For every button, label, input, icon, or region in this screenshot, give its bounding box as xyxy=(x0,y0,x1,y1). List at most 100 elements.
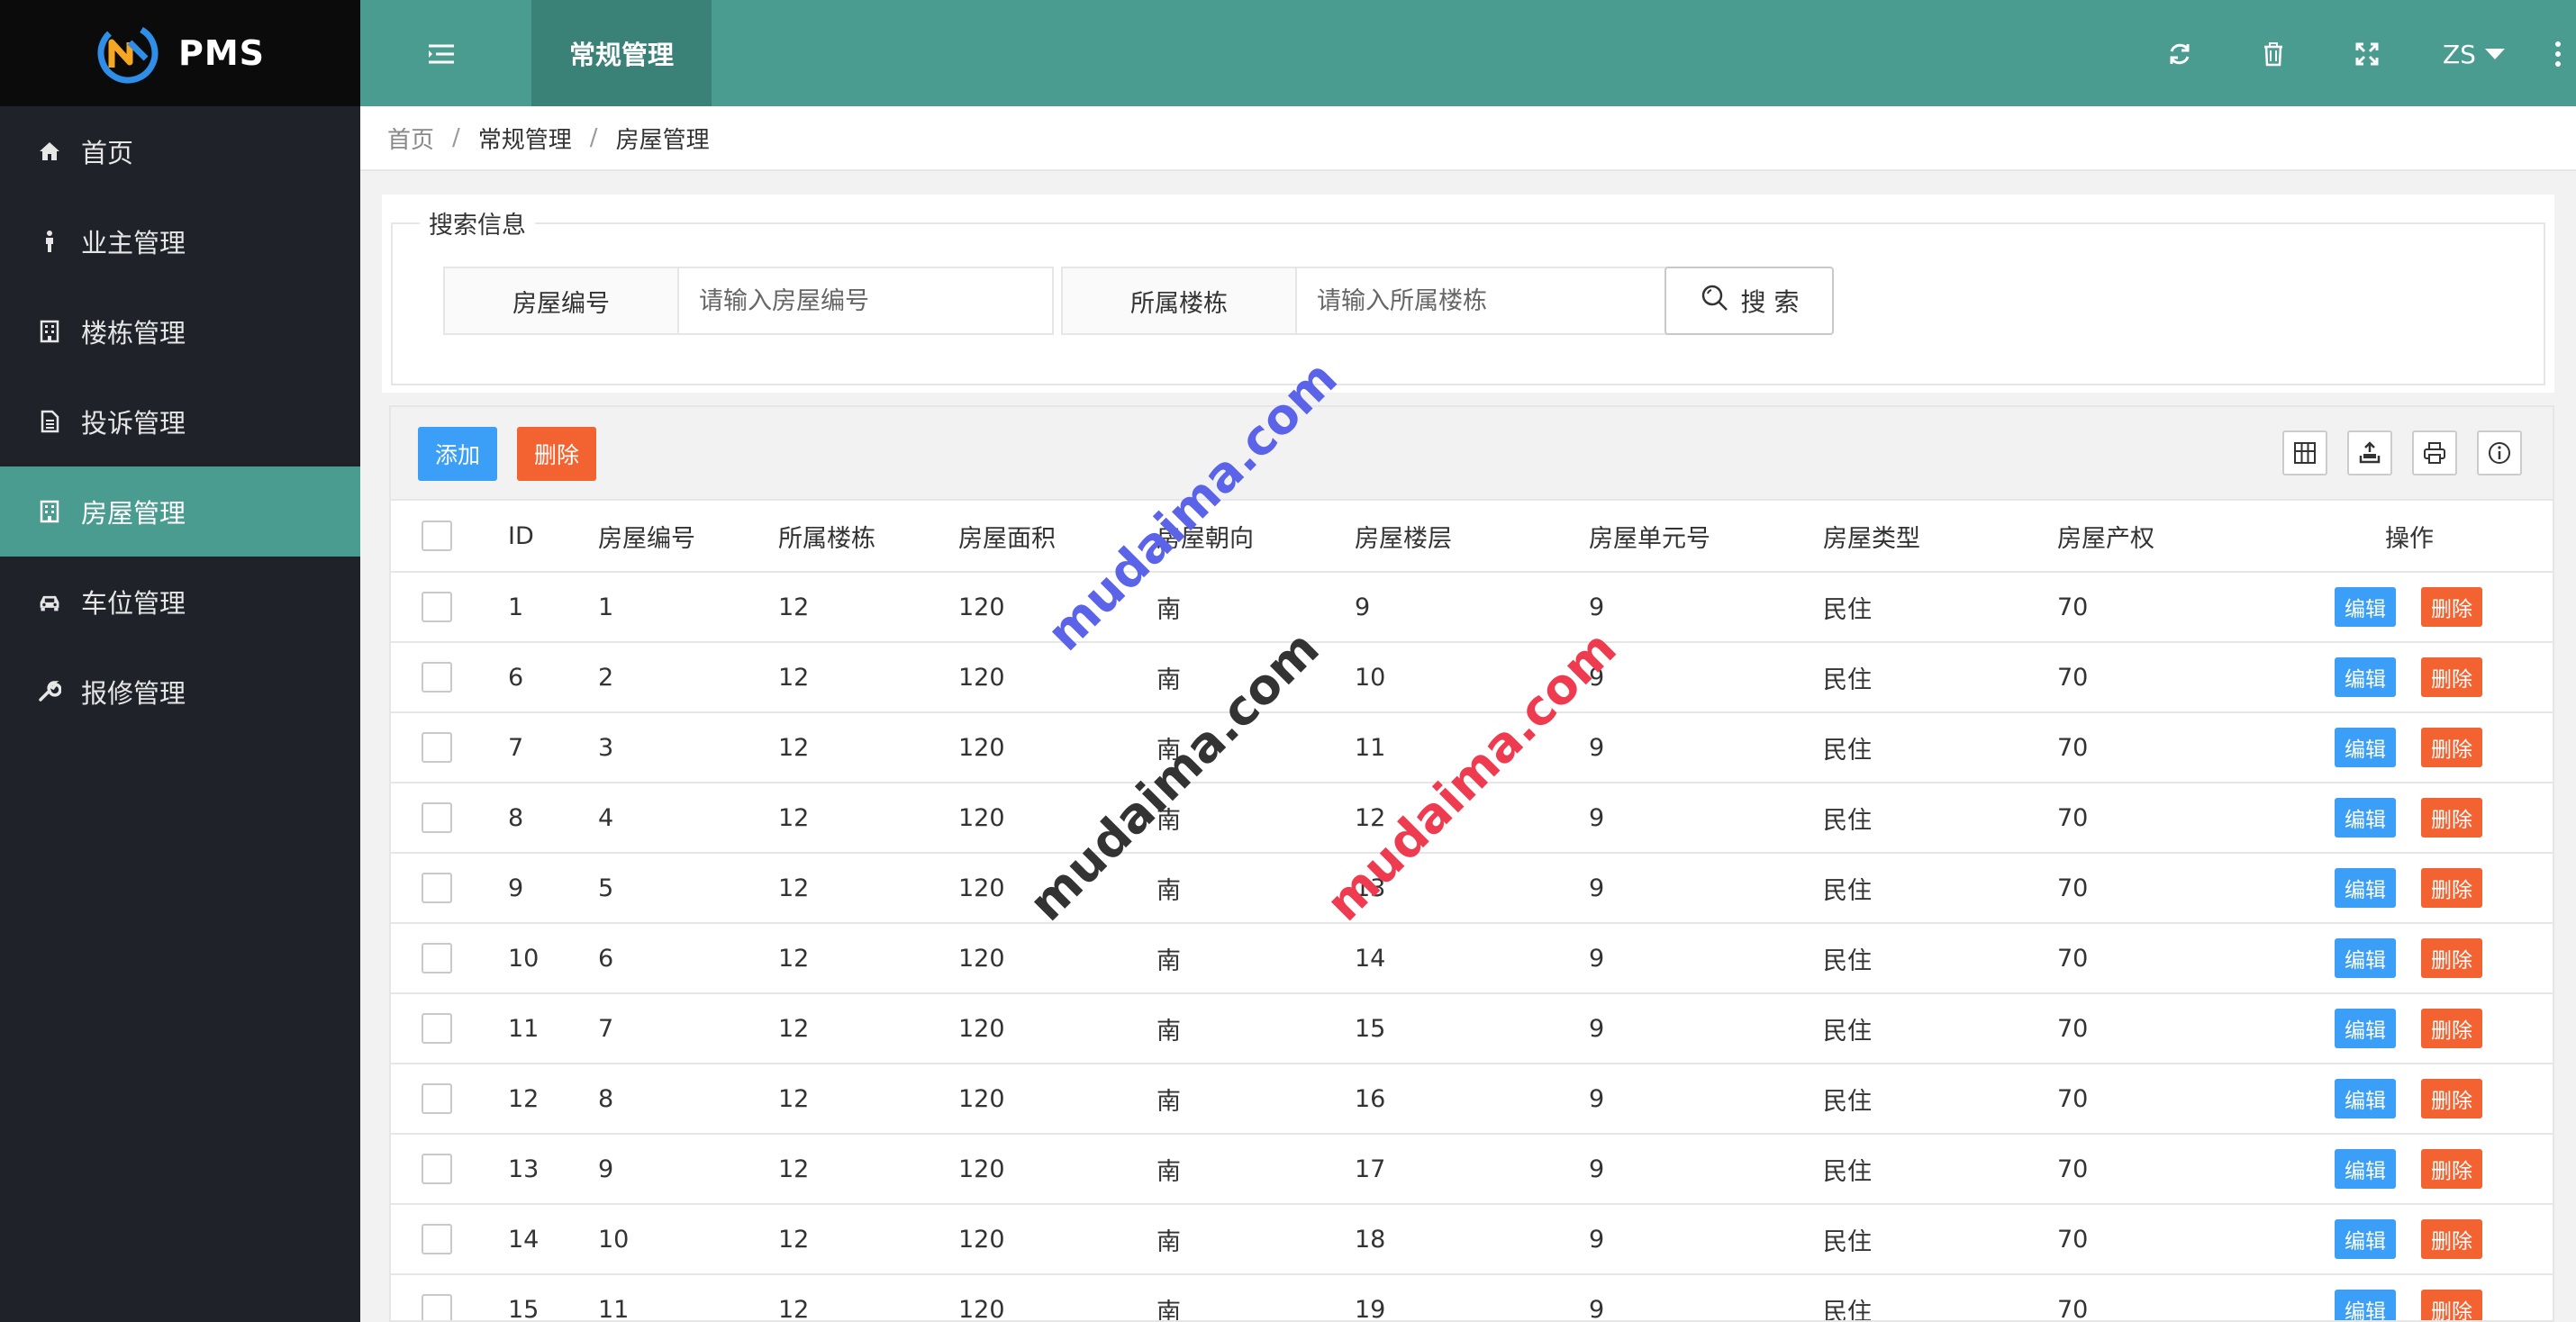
row-checkbox[interactable] xyxy=(422,943,452,973)
cell-unit: 9 xyxy=(1589,733,1605,762)
sidebar-item-buildings[interactable]: 楼栋管理 xyxy=(0,286,360,376)
cell-building: 12 xyxy=(778,1295,810,1322)
column-header-id[interactable]: ID xyxy=(508,501,534,571)
sidebar-item-parking[interactable]: 车位管理 xyxy=(0,557,360,647)
row-checkbox[interactable] xyxy=(422,732,452,763)
table-row[interactable]: 14 10 12 120 南 18 9 民住 70 编辑 删除 xyxy=(391,1205,2553,1275)
table-row[interactable]: 8 4 12 120 南 12 9 民住 70 编辑 删除 xyxy=(391,783,2553,854)
table-row[interactable]: 1 1 12 120 南 9 9 民住 70 编辑 删除 xyxy=(391,573,2553,643)
row-checkbox[interactable] xyxy=(422,1083,452,1114)
cell-type: 民住 xyxy=(1823,595,1872,624)
edit-button[interactable]: 编辑 xyxy=(2335,587,2396,627)
table-row[interactable]: 9 5 12 120 南 13 9 民住 70 编辑 删除 xyxy=(391,854,2553,924)
table-row[interactable]: 13 9 12 120 南 17 9 民住 70 编辑 删除 xyxy=(391,1135,2553,1205)
user-menu[interactable]: ZS xyxy=(2443,34,2505,74)
row-checkbox[interactable] xyxy=(422,1154,452,1184)
cell-orientation: 南 xyxy=(1156,1087,1181,1116)
building-input[interactable] xyxy=(1297,268,1670,333)
add-button[interactable]: 添加 xyxy=(418,427,497,481)
breadcrumb-general[interactable]: 常规管理 xyxy=(478,122,572,155)
delete-button[interactable]: 删除 xyxy=(2421,587,2482,627)
edit-button[interactable]: 编辑 xyxy=(2335,798,2396,838)
row-checkbox[interactable] xyxy=(422,873,452,903)
chevron-down-icon xyxy=(2484,49,2505,59)
cell-unit: 9 xyxy=(1589,1225,1605,1254)
table-row[interactable]: 11 7 12 120 南 15 9 民住 70 编辑 删除 xyxy=(391,994,2553,1064)
fullscreen-icon[interactable] xyxy=(2347,34,2387,74)
row-checkbox[interactable] xyxy=(422,662,452,693)
table-row[interactable]: 15 11 12 120 南 19 9 民住 70 编辑 删除 xyxy=(391,1275,2553,1322)
print-icon[interactable] xyxy=(2412,430,2457,475)
edit-button[interactable]: 编辑 xyxy=(2335,1009,2396,1048)
info-icon[interactable] xyxy=(2477,430,2522,475)
edit-button[interactable]: 编辑 xyxy=(2335,728,2396,767)
tab-general-management[interactable]: 常规管理 xyxy=(531,0,712,106)
building-field: 所属楼栋 xyxy=(1061,267,1672,335)
delete-button[interactable]: 删除 xyxy=(2421,1009,2482,1048)
house-number-input[interactable] xyxy=(679,268,1052,333)
logo[interactable]: PMS xyxy=(0,0,360,106)
table-row[interactable]: 7 3 12 120 南 11 9 民住 70 编辑 删除 xyxy=(391,713,2553,783)
more-icon[interactable] xyxy=(2549,34,2567,74)
sidebar-item-home[interactable]: 首页 xyxy=(0,106,360,196)
delete-button[interactable]: 删除 xyxy=(2421,1149,2482,1189)
cell-ownership: 70 xyxy=(2057,944,2089,973)
sidebar-item-label: 业主管理 xyxy=(81,228,186,258)
edit-button[interactable]: 编辑 xyxy=(2335,1290,2396,1320)
edit-button[interactable]: 编辑 xyxy=(2335,657,2396,697)
column-header-type[interactable]: 房屋类型 xyxy=(1823,501,1920,571)
columns-icon[interactable] xyxy=(2282,430,2327,475)
cell-house-no: 9 xyxy=(598,1154,614,1183)
column-header-house-no[interactable]: 房屋编号 xyxy=(598,501,695,571)
column-header-area[interactable]: 房屋面积 xyxy=(958,501,1056,571)
sidebar-item-complaints[interactable]: 投诉管理 xyxy=(0,376,360,466)
delete-button[interactable]: 删除 xyxy=(2421,798,2482,838)
row-checkbox[interactable] xyxy=(422,802,452,833)
row-checkbox[interactable] xyxy=(422,1294,452,1320)
house-table-card: 添加 删除 ID 房屋编号 所属楼栋 房屋面积 房屋朝向 房屋楼层 房屋单元号 … xyxy=(389,405,2554,1322)
delete-button[interactable]: 删除 xyxy=(2421,657,2482,697)
column-header-ownership[interactable]: 房屋产权 xyxy=(2057,501,2154,571)
export-icon[interactable] xyxy=(2347,430,2392,475)
table-row[interactable]: 12 8 12 120 南 16 9 民住 70 编辑 删除 xyxy=(391,1064,2553,1135)
edit-button[interactable]: 编辑 xyxy=(2335,1149,2396,1189)
column-header-building[interactable]: 所属楼栋 xyxy=(778,501,875,571)
refresh-icon[interactable] xyxy=(2160,34,2200,74)
batch-delete-button[interactable]: 删除 xyxy=(517,427,596,481)
sidebar-item-houses[interactable]: 房屋管理 xyxy=(0,466,360,557)
table-row[interactable]: 6 2 12 120 南 10 9 民住 70 编辑 删除 xyxy=(391,643,2553,713)
breadcrumb-home[interactable]: 首页 xyxy=(387,122,434,155)
column-header-orientation[interactable]: 房屋朝向 xyxy=(1156,501,1254,571)
row-checkbox[interactable] xyxy=(422,592,452,622)
sidebar-item-repairs[interactable]: 报修管理 xyxy=(0,647,360,737)
delete-button[interactable]: 删除 xyxy=(2421,938,2482,978)
trash-icon[interactable] xyxy=(2254,34,2293,74)
delete-button[interactable]: 删除 xyxy=(2421,1219,2482,1259)
cell-floor: 11 xyxy=(1355,733,1386,762)
row-checkbox[interactable] xyxy=(422,1013,452,1044)
edit-button[interactable]: 编辑 xyxy=(2335,938,2396,978)
cell-ownership: 70 xyxy=(2057,1084,2089,1113)
table-row[interactable]: 10 6 12 120 南 14 9 民住 70 编辑 删除 xyxy=(391,924,2553,994)
person-icon xyxy=(38,230,61,253)
edit-button[interactable]: 编辑 xyxy=(2335,1219,2396,1259)
column-header-unit[interactable]: 房屋单元号 xyxy=(1589,501,1710,571)
row-checkbox[interactable] xyxy=(422,1224,452,1254)
cell-house-no: 6 xyxy=(598,944,614,973)
cell-type: 民住 xyxy=(1823,1157,1872,1186)
delete-button[interactable]: 删除 xyxy=(2421,868,2482,908)
sidebar-item-label: 报修管理 xyxy=(81,678,186,709)
sidebar-item-owners[interactable]: 业主管理 xyxy=(0,196,360,286)
cell-id: 8 xyxy=(508,803,524,832)
edit-button[interactable]: 编辑 xyxy=(2335,1079,2396,1118)
select-all-checkbox[interactable] xyxy=(422,521,452,551)
delete-button[interactable]: 删除 xyxy=(2421,1290,2482,1320)
delete-button[interactable]: 删除 xyxy=(2421,728,2482,767)
edit-button[interactable]: 编辑 xyxy=(2335,868,2396,908)
delete-button[interactable]: 删除 xyxy=(2421,1079,2482,1118)
column-header-floor[interactable]: 房屋楼层 xyxy=(1355,501,1452,571)
cell-building: 12 xyxy=(778,874,810,902)
menu-toggle-icon[interactable] xyxy=(422,34,461,74)
cell-type: 民住 xyxy=(1823,736,1872,765)
search-button[interactable]: 搜 索 xyxy=(1664,267,1834,335)
